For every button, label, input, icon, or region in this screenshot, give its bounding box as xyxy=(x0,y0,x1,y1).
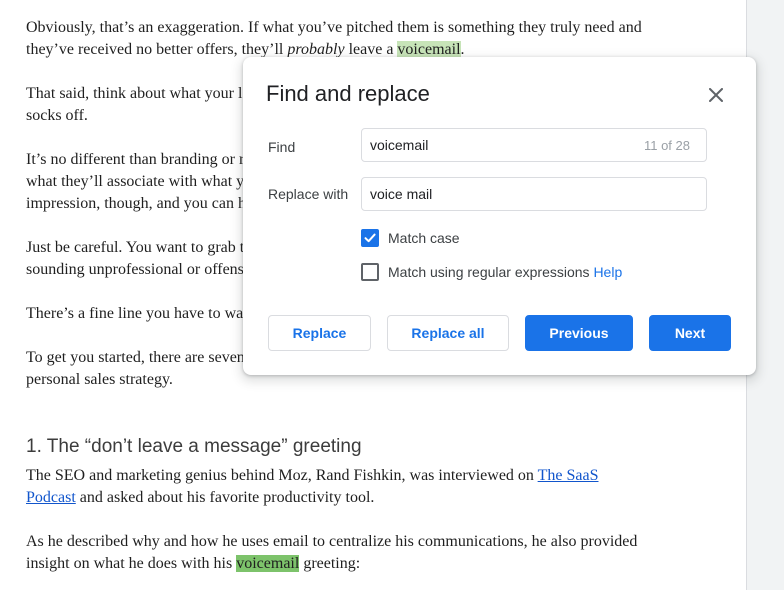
replace-input[interactable]: voice mail xyxy=(361,177,707,211)
podcast-link[interactable]: Podcast xyxy=(26,489,76,506)
help-link[interactable]: Help xyxy=(593,264,622,280)
paragraph-line: socks off. xyxy=(26,107,88,124)
paragraph: personal sales strategy. xyxy=(26,369,173,391)
match-case-checkbox[interactable] xyxy=(361,229,379,247)
paragraph: As he described why and how he uses emai… xyxy=(26,531,637,553)
find-label: Find xyxy=(268,139,296,155)
paragraph: socks off. xyxy=(26,105,88,127)
paragraph: To get you started, there are seven xyxy=(26,347,245,369)
paragraph-line: That said, think about what your l xyxy=(26,85,243,102)
find-replace-dialog: Find and replace Find voicemail 11 of 28… xyxy=(243,57,756,375)
podcast-link[interactable]: The SaaS xyxy=(538,467,599,484)
regex-label-row: Match using regular expressions Help xyxy=(388,264,622,280)
paragraph: That said, think about what your l xyxy=(26,83,242,105)
search-match-highlight: voicemail xyxy=(397,41,461,58)
dialog-title: Find and replace xyxy=(266,81,430,106)
paragraph-line: they’ve received no better offers, they’… xyxy=(26,41,288,58)
close-button[interactable] xyxy=(701,83,731,107)
paragraph: It’s no different than branding or r xyxy=(26,149,244,171)
paragraph-line: personal sales strategy. xyxy=(26,371,173,388)
previous-button[interactable]: Previous xyxy=(525,315,633,351)
paragraph-line: sounding unprofessional or offens xyxy=(26,261,244,278)
paragraph-line: The SEO and marketing genius behind Moz,… xyxy=(26,467,538,484)
paragraph-line: and asked about his favorite productivit… xyxy=(75,489,375,506)
close-icon xyxy=(709,88,723,102)
paragraph-line: greeting: xyxy=(299,555,361,572)
paragraph-line: what they’ll associate with what y xyxy=(26,173,245,190)
regex-checkbox[interactable] xyxy=(361,263,379,281)
paragraph: what they’ll associate with what y xyxy=(26,171,244,193)
match-count: 11 of 28 xyxy=(643,138,690,153)
replace-button[interactable]: Replace xyxy=(268,315,371,351)
paragraph-line: leave a xyxy=(344,41,398,58)
regex-label: Match using regular expressions xyxy=(388,264,590,280)
paragraph: Obviously, that’s an exaggeration. If wh… xyxy=(26,17,642,39)
paragraph-line: To get you started, there are seven xyxy=(26,349,245,366)
paragraph: Just be careful. You want to grab t xyxy=(26,237,244,259)
replace-label: Replace with xyxy=(268,186,349,202)
paragraph: insight on what he does with his voicema… xyxy=(26,553,360,575)
paragraph-line: insight on what he does with his xyxy=(26,555,237,572)
current-match-highlight: voicemail xyxy=(236,555,300,572)
paragraph: There’s a fine line you have to wa xyxy=(26,303,243,325)
paragraph: The SEO and marketing genius behind Moz,… xyxy=(26,465,599,487)
find-input-value: voicemail xyxy=(370,137,429,153)
paragraph-line: Obviously, that’s an exaggeration. If wh… xyxy=(26,19,642,36)
paragraph-line: As he described why and how he uses emai… xyxy=(26,533,638,550)
paragraph-line: . xyxy=(460,41,465,58)
match-case-label: Match case xyxy=(388,230,460,246)
paragraph-line: It’s no different than branding or r xyxy=(26,151,245,168)
next-button[interactable]: Next xyxy=(649,315,731,351)
paragraph: Podcast and asked about his favorite pro… xyxy=(26,487,374,509)
replace-all-button[interactable]: Replace all xyxy=(387,315,509,351)
replace-input-value: voice mail xyxy=(370,186,433,202)
paragraph-line: impression, though, and you can h xyxy=(26,195,246,212)
section-heading: 1. The “don’t leave a message” greeting xyxy=(26,436,362,457)
find-input[interactable]: voicemail 11 of 28 xyxy=(361,128,707,162)
checkmark-icon xyxy=(364,233,376,243)
paragraph: impression, though, and you can h xyxy=(26,193,246,215)
italic-text: probably xyxy=(287,41,345,58)
paragraph-line: There’s a fine line you have to wa xyxy=(26,305,244,322)
paragraph-line: Just be careful. You want to grab t xyxy=(26,239,245,256)
paragraph: sounding unprofessional or offens xyxy=(26,259,244,281)
